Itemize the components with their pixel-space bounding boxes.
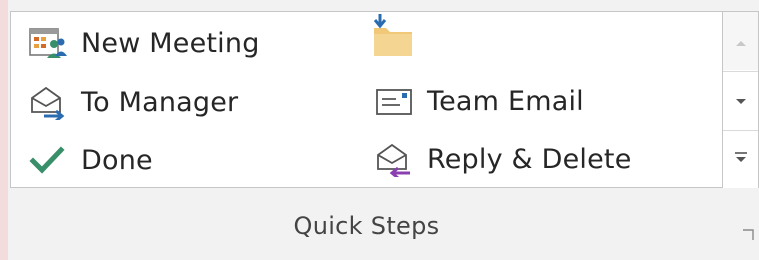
gallery-more-icon [734,150,748,169]
gallery-scroll-up-button[interactable] [723,12,758,70]
quick-step-move-to-folder[interactable] [369,12,425,58]
scroll-up-icon [735,32,747,51]
gallery-more-button[interactable] [723,130,758,188]
dialog-launcher-icon [743,229,754,240]
quick-step-team-email[interactable]: Team Email [371,78,584,124]
gallery-scroll-controls [723,11,759,188]
quick-step-reply-delete[interactable]: Reply & Delete [371,136,632,182]
team-email-icon [371,81,417,121]
checkmark-icon [25,140,71,180]
window-frame: New Meeting To Manager Done Team Email R… [0,0,759,260]
quick-step-done[interactable]: Done [25,137,153,183]
quick-steps-gallery: New Meeting To Manager Done Team Email R… [10,11,723,188]
dialog-launcher-button[interactable] [742,226,754,240]
group-label: Quick Steps [293,212,440,240]
quick-step-to-manager[interactable]: To Manager [25,79,238,125]
scroll-down-icon [735,91,747,110]
forward-envelope-icon [25,82,71,122]
quick-step-label: To Manager [81,86,239,118]
reply-delete-icon [371,139,417,179]
quick-step-label: Done [81,144,153,176]
move-to-folder-icon [369,14,415,56]
gallery-scroll-down-button[interactable] [723,71,758,129]
new-meeting-icon [25,23,71,63]
quick-step-label: Reply & Delete [427,143,632,175]
quick-step-label: New Meeting [81,27,260,59]
quick-step-label: Team Email [427,85,584,117]
quick-step-new-meeting[interactable]: New Meeting [25,20,260,66]
